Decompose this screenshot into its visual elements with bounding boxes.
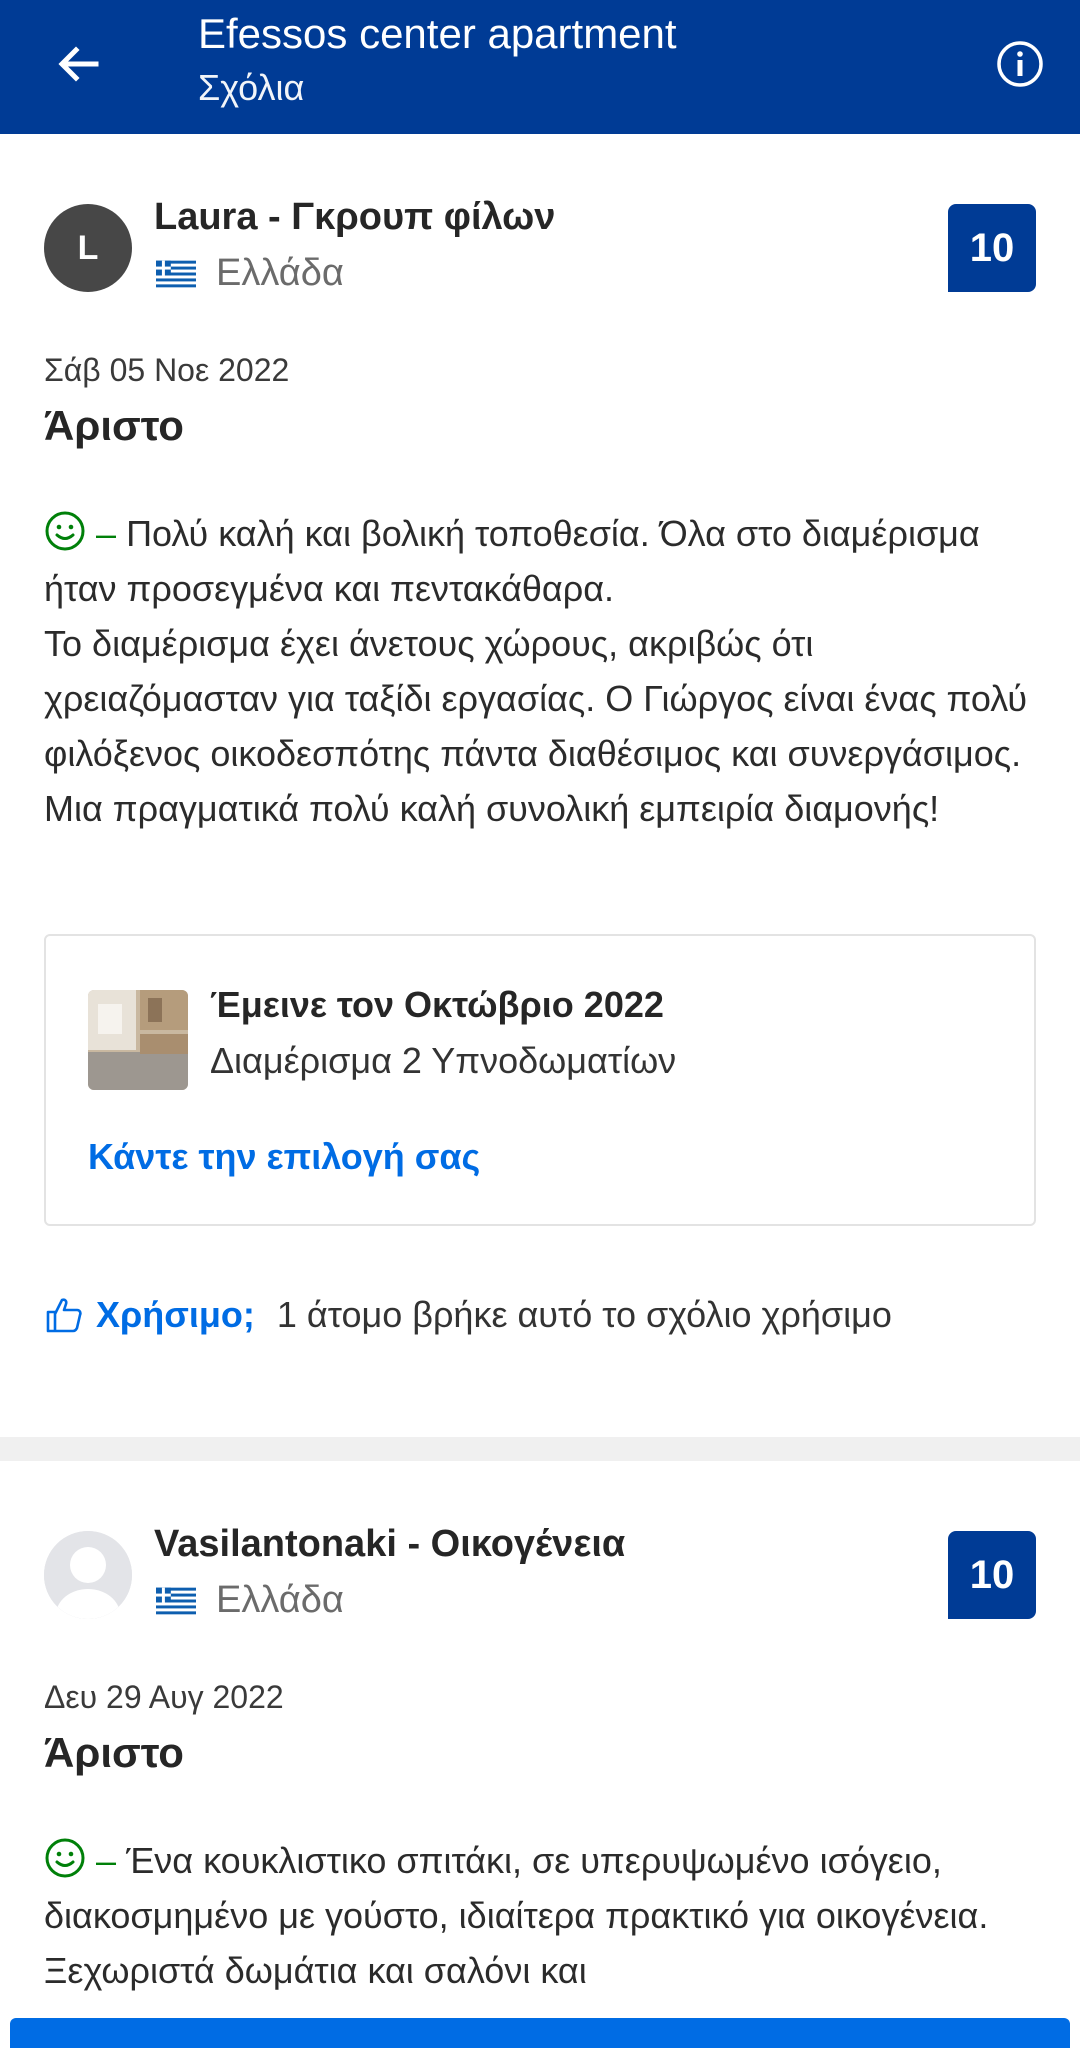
helpful-label: Χρήσιμο; bbox=[96, 1294, 255, 1335]
positive-dash: – bbox=[96, 1840, 117, 1881]
room-type: Διαμέρισμα 2 Υπνοδωματίων bbox=[210, 1040, 677, 1081]
info-button[interactable] bbox=[984, 28, 1056, 100]
info-icon bbox=[997, 41, 1043, 87]
helpful-row: Χρήσιμο; 1 άτομο βρήκε αυτό το σχόλιο χρ… bbox=[44, 1294, 892, 1336]
review-positive-text: – Πολύ καλή και βολική τοποθεσία. Όλα στ… bbox=[44, 506, 1044, 836]
review-date: Σάβ 05 Νοε 2022 bbox=[44, 352, 290, 388]
country-name: Ελλάδα bbox=[216, 252, 344, 294]
stay-info-card: Έμεινε τον Οκτώβριο 2022 Διαμέρισμα 2 Υπ… bbox=[44, 934, 1036, 1226]
review-positive-text: – Ένα κουκλιστικο σπιτάκι, σε υπερυψωμέν… bbox=[44, 1833, 1044, 1998]
avatar: L bbox=[44, 204, 132, 292]
thumbs-up-icon bbox=[46, 1298, 82, 1333]
review-verdict: Άριστο bbox=[44, 402, 184, 449]
greece-flag-icon bbox=[156, 1587, 196, 1614]
back-button[interactable] bbox=[42, 28, 114, 100]
make-choice-link[interactable]: Κάντε την επιλογή σας bbox=[88, 1136, 480, 1178]
arrow-left-icon bbox=[58, 46, 99, 82]
reviewer-country: Ελλάδα bbox=[156, 1579, 344, 1622]
reviewer-name: Vasilantonaki - Οικογένεια bbox=[154, 1523, 626, 1565]
room-thumbnail bbox=[88, 990, 188, 1090]
score-badge: 10 bbox=[948, 204, 1036, 292]
review-date: Δευ 29 Αυγ 2022 bbox=[44, 1679, 284, 1715]
greece-flag-icon bbox=[156, 260, 196, 287]
positive-dash: – bbox=[96, 513, 117, 554]
room-photo-icon bbox=[88, 990, 188, 1090]
avatar bbox=[44, 1531, 132, 1619]
positive-text-line-1: Πολύ καλή και βολική τοποθεσία. Όλα στο … bbox=[44, 513, 980, 609]
bottom-action-bar[interactable] bbox=[10, 2018, 1070, 2048]
app-header: Efessos center apartment Σχόλια bbox=[0, 0, 1080, 134]
header-title-block: Efessos center apartment Σχόλια bbox=[198, 8, 677, 110]
review-verdict: Άριστο bbox=[44, 1729, 184, 1776]
page-title: Efessos center apartment bbox=[198, 10, 677, 57]
score-badge: 10 bbox=[948, 1531, 1036, 1619]
positive-text-line-1: Ένα κουκλιστικο σπιτάκι, σε υπερυψωμένο … bbox=[44, 1840, 989, 1991]
reviewer-country: Ελλάδα bbox=[156, 252, 344, 295]
reviewer-name: Laura - Γκρουπ φίλων bbox=[154, 196, 556, 238]
smiley-icon bbox=[45, 511, 85, 551]
helpful-button[interactable]: Χρήσιμο; bbox=[44, 1294, 255, 1336]
section-divider bbox=[0, 1437, 1080, 1461]
helpful-count: 1 άτομο βρήκε αυτό το σχόλιο χρήσιμο bbox=[276, 1294, 892, 1335]
default-user-icon bbox=[44, 1531, 132, 1619]
positive-text-line-2: Το διαμέρισμα έχει άνετους χώρους, ακριβ… bbox=[44, 623, 1028, 829]
smiley-icon bbox=[45, 1838, 85, 1878]
page-subtitle: Σχόλια bbox=[198, 67, 305, 108]
stayed-date: Έμεινε τον Οκτώβριο 2022 bbox=[210, 984, 664, 1025]
country-name: Ελλάδα bbox=[216, 1579, 344, 1621]
